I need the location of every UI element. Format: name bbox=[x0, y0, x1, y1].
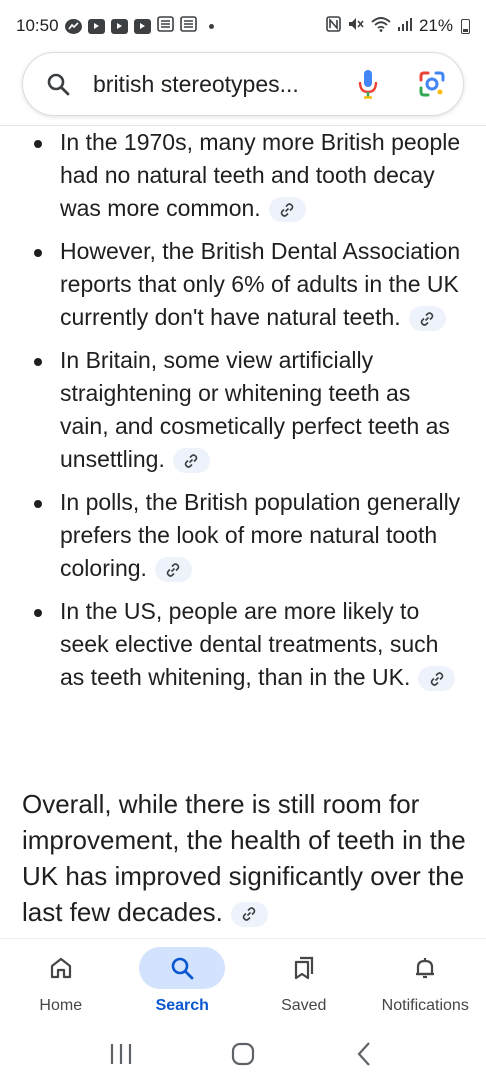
list-item: In the US, people are more likely to see… bbox=[0, 595, 486, 694]
link-icon bbox=[185, 454, 198, 468]
nav-pill bbox=[261, 947, 347, 989]
bullet-text: In the US, people are more likely to see… bbox=[60, 598, 439, 690]
search-icon bbox=[45, 71, 71, 97]
signal-icon bbox=[397, 16, 413, 37]
nav-notifications-label: Notifications bbox=[381, 997, 469, 1014]
bullet-list: In the 1970s, many more British people h… bbox=[0, 126, 486, 704]
back-button[interactable] bbox=[340, 1034, 390, 1074]
bullet-text: In polls, the British population general… bbox=[60, 489, 461, 581]
citation-link-button[interactable] bbox=[172, 448, 210, 474]
nav-pill bbox=[18, 947, 104, 989]
nav-search[interactable]: Search bbox=[122, 947, 242, 1015]
citation-link-button[interactable] bbox=[408, 306, 446, 332]
list-item: However, the British Dental Association … bbox=[0, 235, 486, 334]
home-circle-icon bbox=[231, 1042, 255, 1066]
nav-pill bbox=[382, 947, 468, 989]
link-icon bbox=[430, 672, 444, 686]
battery-icon bbox=[461, 18, 470, 34]
bottom-nav: Home Search Saved Notifications bbox=[0, 938, 486, 1028]
summary-paragraph: Overall, while there is still room for i… bbox=[22, 786, 468, 930]
search-header: british stereotypes... bbox=[0, 52, 486, 126]
youtube-icon bbox=[87, 18, 105, 34]
list-item: In Britain, some view artificially strai… bbox=[0, 344, 486, 476]
citation-link-button[interactable] bbox=[154, 557, 192, 583]
nav-search-label: Search bbox=[155, 997, 209, 1014]
bullet-text: In Britain, some view artificially strai… bbox=[60, 347, 450, 472]
nav-saved[interactable]: Saved bbox=[244, 947, 364, 1015]
clock: 10:50 bbox=[16, 16, 59, 35]
recent-apps-button[interactable] bbox=[96, 1034, 146, 1074]
recent-apps-icon bbox=[110, 1044, 132, 1064]
citation-link-button[interactable] bbox=[268, 197, 306, 223]
back-chevron-icon bbox=[357, 1042, 370, 1066]
nav-notifications[interactable]: Notifications bbox=[365, 947, 485, 1015]
link-icon bbox=[420, 312, 434, 326]
news-icon bbox=[179, 15, 197, 37]
nfc-icon bbox=[326, 15, 341, 37]
nav-pill bbox=[139, 947, 226, 989]
ai-overview-content: In the 1970s, many more British people h… bbox=[0, 126, 486, 938]
link-icon bbox=[243, 907, 256, 921]
search-icon bbox=[171, 957, 194, 980]
mic-icon[interactable] bbox=[353, 69, 383, 99]
status-bar-right: 21% bbox=[326, 15, 470, 37]
lens-icon[interactable] bbox=[417, 69, 447, 99]
screen: 10:50 21% british stereotypes... In the … bbox=[0, 0, 486, 1080]
wifi-icon bbox=[371, 16, 391, 37]
youtube-icon bbox=[110, 18, 128, 34]
mute-icon bbox=[347, 16, 365, 37]
nav-saved-label: Saved bbox=[281, 997, 327, 1014]
bell-icon bbox=[416, 958, 435, 979]
link-icon bbox=[280, 203, 294, 217]
citation-link-button[interactable] bbox=[418, 666, 456, 692]
home-icon bbox=[50, 957, 71, 979]
bullet-text: In the 1970s, many more British people h… bbox=[60, 129, 461, 221]
more-notifications-dot bbox=[208, 23, 214, 29]
youtube-icon bbox=[133, 18, 151, 34]
citation-link-button[interactable] bbox=[230, 901, 268, 927]
status-bar: 10:50 21% bbox=[0, 0, 486, 52]
bookmarks-icon bbox=[294, 956, 313, 980]
system-nav-bar bbox=[0, 1028, 486, 1080]
nav-home-label: Home bbox=[39, 997, 83, 1014]
link-icon bbox=[167, 563, 180, 577]
messenger-icon bbox=[64, 18, 82, 34]
search-bar[interactable]: british stereotypes... bbox=[22, 52, 464, 116]
bullet-text: However, the British Dental Association … bbox=[60, 238, 461, 330]
home-button[interactable] bbox=[218, 1034, 268, 1074]
search-query[interactable]: british stereotypes... bbox=[93, 71, 353, 98]
news-icon bbox=[156, 15, 174, 37]
status-bar-left: 10:50 bbox=[16, 15, 214, 37]
nav-home[interactable]: Home bbox=[1, 947, 121, 1015]
list-item: In the 1970s, many more British people h… bbox=[0, 126, 486, 225]
list-item: In polls, the British population general… bbox=[0, 486, 486, 585]
battery-percent: 21% bbox=[418, 16, 453, 35]
